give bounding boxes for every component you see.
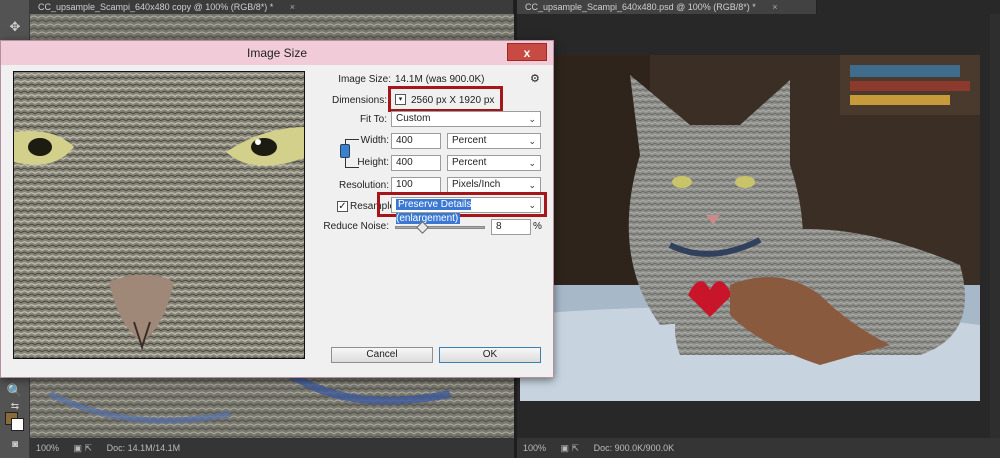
tab-title: CC_upsample_Scampi_640x480.psd @ 100% (R… bbox=[525, 2, 756, 12]
image-preview[interactable] bbox=[13, 71, 305, 359]
dimensions-label: Dimensions: bbox=[331, 95, 387, 106]
close-button[interactable]: x bbox=[507, 43, 547, 61]
reduce-noise-unit: % bbox=[533, 221, 542, 232]
chevron-down-icon: ⌄ bbox=[528, 114, 536, 124]
chevron-down-icon: ⌄ bbox=[528, 136, 536, 146]
resolution-input[interactable]: 100 bbox=[391, 177, 441, 193]
height-label: Height: bbox=[357, 157, 389, 168]
status-bar-copy: 100% ▣ ⇱ Doc: 14.1M/14.1M bbox=[30, 438, 514, 458]
zoom-level[interactable]: 100% bbox=[36, 443, 59, 453]
resolution-unit-select[interactable]: Pixels/Inch ⌄ bbox=[447, 177, 541, 193]
fit-to-value: Custom bbox=[396, 113, 431, 124]
height-unit-select[interactable]: Percent ⌄ bbox=[447, 155, 541, 171]
status-icons: ▣ ⇱ bbox=[560, 443, 580, 453]
status-icons: ▣ ⇱ bbox=[73, 443, 93, 453]
height-input[interactable]: 400 bbox=[391, 155, 441, 171]
chevron-down-icon: ⌄ bbox=[528, 180, 536, 190]
dialog-title-bar[interactable]: Image Size x bbox=[1, 41, 553, 65]
width-input[interactable]: 400 bbox=[391, 133, 441, 149]
canvas-original[interactable] bbox=[520, 55, 980, 401]
ok-button[interactable]: OK bbox=[439, 347, 541, 363]
close-tab-icon[interactable]: × bbox=[290, 2, 295, 12]
resolution-unit-value: Pixels/Inch bbox=[452, 179, 501, 190]
height-unit-value: Percent bbox=[452, 157, 487, 168]
reduce-noise-label: Reduce Noise: bbox=[323, 221, 389, 232]
zoom-level[interactable]: 100% bbox=[523, 443, 546, 453]
move-tool-icon[interactable]: ✥ bbox=[5, 18, 25, 36]
dimensions-dropdown-icon[interactable]: ▾ bbox=[395, 94, 406, 105]
image-size-label: Image Size: bbox=[338, 74, 391, 85]
resample-method-select[interactable]: Preserve Details (enlargement) ⌄ bbox=[391, 197, 541, 224]
background-color-swatch[interactable] bbox=[11, 418, 24, 431]
cancel-button[interactable]: Cancel bbox=[331, 347, 433, 363]
status-bar-original: 100% ▣ ⇱ Doc: 900.0K/900.0K bbox=[517, 438, 1000, 458]
resample-method-value: Preserve Details (enlargement) bbox=[396, 199, 472, 224]
document-window-original: CC_upsample_Scampi_640x480.psd @ 100% (R… bbox=[517, 0, 1000, 458]
width-unit-value: Percent bbox=[452, 135, 487, 146]
resample-checkbox[interactable]: ✓ bbox=[337, 201, 348, 212]
fit-to-select[interactable]: Custom ⌄ bbox=[391, 111, 541, 127]
fit-to-label: Fit To: bbox=[359, 114, 387, 125]
image-size-dialog: Image Size x Image Size: 14.1M (was 900.… bbox=[0, 40, 554, 378]
tab-title: CC_upsample_Scampi_640x480 copy @ 100% (… bbox=[38, 2, 274, 12]
tab-copy-document[interactable]: CC_upsample_Scampi_640x480 copy @ 100% (… bbox=[30, 0, 514, 14]
quick-mask-icon[interactable]: ◙ bbox=[5, 436, 25, 454]
reduce-noise-slider-track[interactable] bbox=[395, 226, 485, 229]
dialog-title: Image Size bbox=[246, 46, 308, 60]
doc-size: Doc: 14.1M/14.1M bbox=[106, 443, 181, 453]
resolution-label: Resolution: bbox=[338, 180, 389, 191]
doc-size: Doc: 900.0K/900.0K bbox=[593, 443, 675, 453]
chevron-down-icon: ⌄ bbox=[528, 200, 536, 210]
reduce-noise-input[interactable]: 8 bbox=[491, 219, 531, 235]
dimensions-value: 2560 px X 1920 px bbox=[411, 95, 495, 106]
gear-icon[interactable]: ⚙ bbox=[530, 72, 540, 85]
cat-photo-image bbox=[520, 55, 980, 401]
cat-face-preview bbox=[14, 72, 304, 358]
chevron-down-icon: ⌄ bbox=[528, 158, 536, 168]
width-unit-select[interactable]: Percent ⌄ bbox=[447, 133, 541, 149]
tab-original-document[interactable]: CC_upsample_Scampi_640x480.psd @ 100% (R… bbox=[517, 0, 817, 14]
constrain-proportions-link-icon[interactable] bbox=[340, 144, 350, 158]
close-tab-icon[interactable]: × bbox=[772, 2, 777, 12]
vertical-scrollbar[interactable] bbox=[990, 14, 1000, 438]
image-size-value: 14.1M (was 900.0K) bbox=[395, 74, 485, 85]
